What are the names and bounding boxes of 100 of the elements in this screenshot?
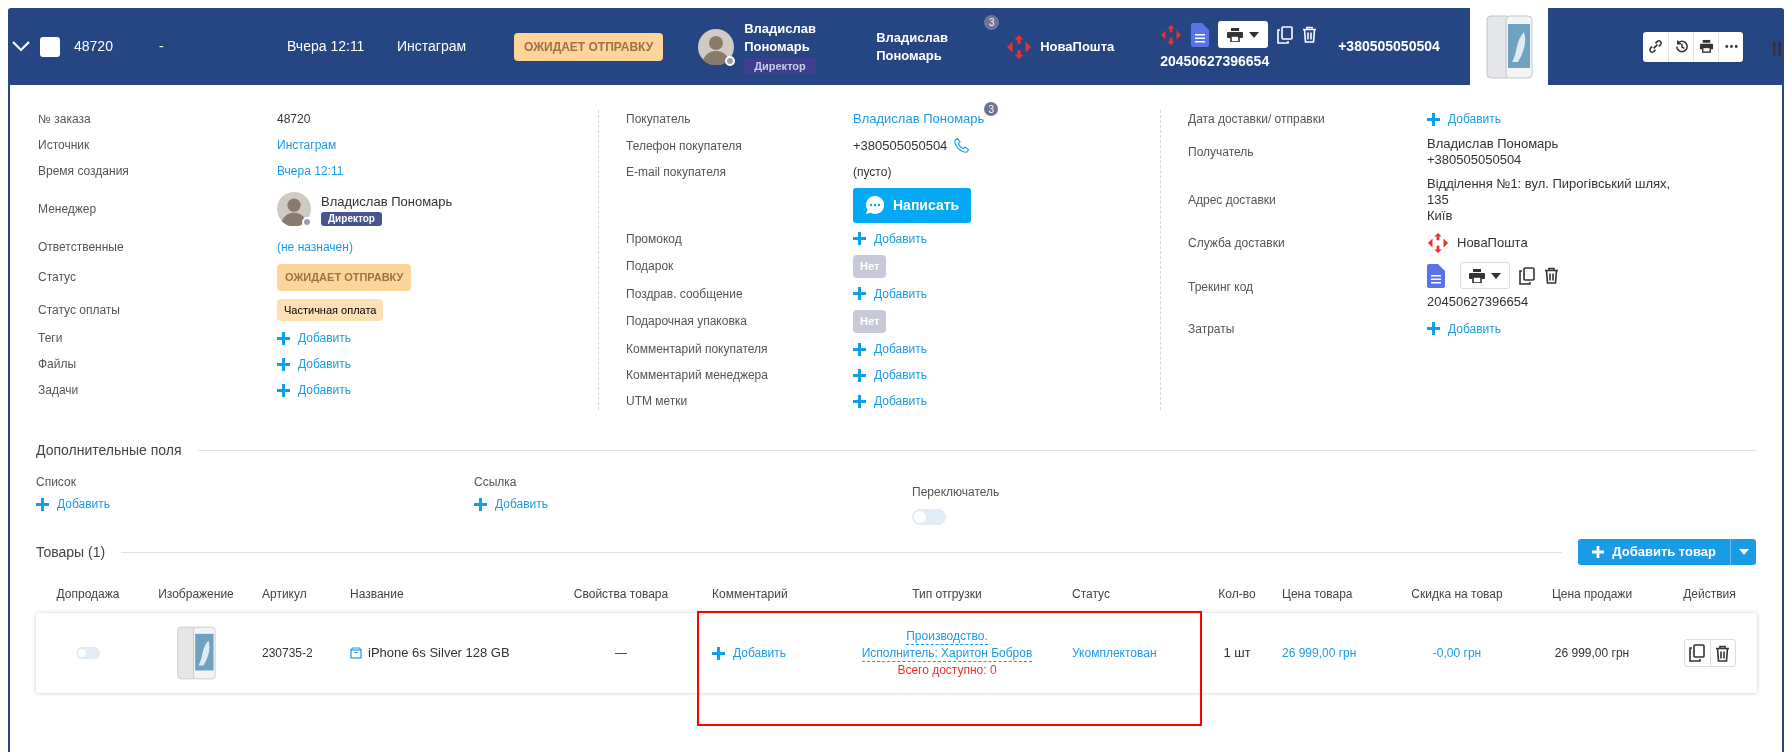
add-link[interactable]: Добавить xyxy=(853,392,928,410)
print-dropdown-button[interactable] xyxy=(1218,21,1269,48)
count-badge: 3 xyxy=(984,14,1000,30)
field-label: Файлы xyxy=(38,356,78,373)
avatar xyxy=(277,192,311,226)
field-label: Теги xyxy=(38,330,64,347)
print-dropdown-button[interactable] xyxy=(1460,262,1510,289)
link-icon xyxy=(1648,39,1664,54)
field-label: Ссылка xyxy=(474,474,518,491)
field-link[interactable]: (не назначен) xyxy=(277,238,353,256)
plus-icon xyxy=(853,287,866,301)
delivery-service-name: НоваПошта xyxy=(1457,234,1528,253)
arrows-logo-icon xyxy=(1006,33,1033,60)
toggle-switch[interactable] xyxy=(76,647,100,659)
arrows-logo-icon xyxy=(1160,23,1183,46)
field-link[interactable]: Вчера 12:11 xyxy=(277,162,344,180)
field-link[interactable]: Инстаграм xyxy=(277,136,337,154)
printer-icon xyxy=(1698,39,1714,54)
plus-icon xyxy=(853,342,866,356)
chevron-down-icon[interactable] xyxy=(12,41,30,52)
column-header: Статус xyxy=(1071,586,1111,603)
column-header: Цена продажи xyxy=(1550,586,1634,603)
plus-icon xyxy=(277,357,290,371)
copy-icon[interactable] xyxy=(1277,25,1294,44)
field-label: Телефон покупателя xyxy=(626,137,743,155)
order-number: 48720 xyxy=(74,37,114,56)
add-link[interactable]: Добавить xyxy=(474,495,912,513)
section-title: Товары (1) xyxy=(36,542,106,562)
role-badge: Директор xyxy=(744,57,816,74)
add-link[interactable]: Добавить xyxy=(277,329,352,347)
write-message-button[interactable]: Написать xyxy=(853,187,972,223)
field-label: Дата доставки/ отправки xyxy=(1188,111,1326,128)
sale-price-cell-text: 26 999,00 грн xyxy=(1553,645,1631,662)
plus-icon xyxy=(1427,322,1440,335)
shipment-type-link[interactable]: Исполнитель: Харитон Бобров xyxy=(861,645,1033,662)
tracking-number: 20450627396654 xyxy=(1160,52,1271,71)
buyer-link[interactable]: Владислав Пономарь xyxy=(853,111,985,127)
box-icon xyxy=(350,647,362,659)
field-label: Переключатель xyxy=(912,484,1001,501)
field-label: Статус xyxy=(38,269,77,287)
field-label: Промокод xyxy=(626,230,683,248)
shipment-type-link[interactable]: Производство. xyxy=(906,628,988,645)
plus-icon xyxy=(277,383,290,397)
plus-icon xyxy=(1427,112,1440,126)
field-label: Комментарий менеджера xyxy=(626,367,769,384)
quantity-cell-text: 1 шт xyxy=(1222,644,1252,663)
copy-icon[interactable] xyxy=(1519,266,1535,285)
arrows-logo-icon xyxy=(1427,232,1449,254)
column-header: Комментарий xyxy=(711,586,789,603)
phone-icon[interactable] xyxy=(953,137,971,155)
printer-icon xyxy=(1469,268,1485,283)
field-label: Комментарий покупателя xyxy=(626,341,769,358)
section-title: Дополнительные поля xyxy=(36,441,182,460)
column-header: Цена товара xyxy=(1281,586,1354,603)
checkbox[interactable] xyxy=(40,36,60,57)
trash-icon[interactable] xyxy=(1715,644,1730,662)
phone-number: +380505050504 xyxy=(1338,37,1441,56)
field-label: Статус оплаты xyxy=(38,301,121,319)
toggle-switch[interactable] xyxy=(912,509,946,525)
role-badge: Директор xyxy=(321,211,382,226)
add-link[interactable]: Добавить xyxy=(277,355,352,373)
add-link[interactable]: Добавить xyxy=(853,340,928,358)
add-link[interactable]: Добавить xyxy=(853,284,928,303)
avatar xyxy=(698,28,735,65)
properties-cell-text: — xyxy=(614,645,628,662)
plus-icon xyxy=(1592,546,1605,558)
plus-icon xyxy=(474,497,487,511)
trash-icon[interactable] xyxy=(1544,267,1559,284)
copy-icon[interactable] xyxy=(1689,644,1705,662)
add-link[interactable]: Добавить xyxy=(853,229,928,248)
add-link[interactable]: Добавить xyxy=(1427,319,1502,338)
field-label: Получатель xyxy=(1188,144,1255,161)
plus-icon xyxy=(36,497,49,511)
add-link[interactable]: Добавить xyxy=(1427,110,1502,128)
history-icon xyxy=(1673,39,1689,54)
column-header: Скидка на товар xyxy=(1410,586,1504,603)
manager-name: Владислав Пономарь xyxy=(744,19,818,56)
field-label: Подарок xyxy=(626,258,675,276)
add-link[interactable]: Добавить xyxy=(712,644,832,662)
count-badge: 3 xyxy=(984,102,999,117)
field-value: Відділення №1: вул. Пирогівський шлях, 135 xyxy=(1427,176,1672,208)
status-link[interactable]: Укомплектован xyxy=(1062,644,1202,662)
field-label: Поздрав. сообщение xyxy=(626,285,744,303)
add-link[interactable]: Добавить xyxy=(36,495,474,513)
column-header: Артикул xyxy=(261,586,308,603)
add-link[interactable]: Добавить xyxy=(277,381,352,399)
caret-icon xyxy=(1249,31,1260,38)
add-link[interactable]: Добавить xyxy=(853,366,928,384)
field-label: UTM метки xyxy=(626,393,689,410)
caret-icon xyxy=(1491,272,1501,279)
field-value: (пусто) xyxy=(853,163,892,181)
field-label: E-mail покупателя xyxy=(626,163,727,181)
field-label: Трекинг код xyxy=(1188,278,1255,296)
caret-icon xyxy=(1738,549,1749,555)
discount-link[interactable]: -0,00 грн xyxy=(1392,644,1522,662)
column-header: Действия xyxy=(1682,586,1737,603)
created-time: Вчера 12:11 xyxy=(287,37,366,56)
payment-status-badge: Частичная оплата xyxy=(277,298,384,321)
manager-name: Владислав Пономарь xyxy=(321,193,453,212)
price-link[interactable]: 26 999,00 грн xyxy=(1272,644,1392,662)
